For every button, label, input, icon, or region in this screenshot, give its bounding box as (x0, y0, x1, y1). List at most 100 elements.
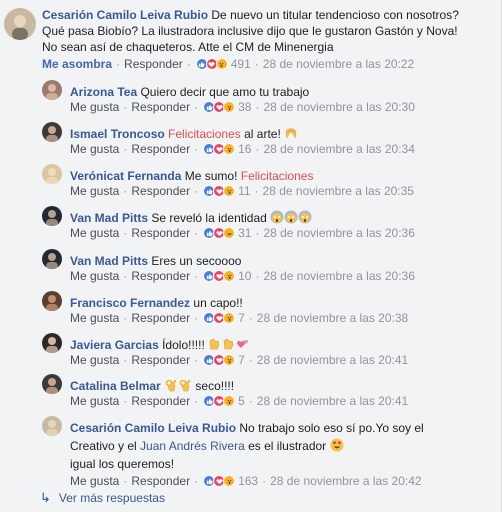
like-button[interactable]: Me gusta (70, 142, 119, 156)
reply-actions: Me gusta · Responder · 31 · 28 de noviembre a … (70, 226, 415, 240)
reply-avatar[interactable] (42, 416, 62, 436)
reply-button[interactable]: Responder (131, 100, 190, 114)
reply-comment: Catalina Belmar seco!!!! (70, 377, 430, 395)
reply-button[interactable]: Responder (131, 394, 190, 408)
reply-actions: Me gusta · Responder · 10 · 28 de noviembre a … (70, 269, 415, 283)
reply-actions: Me gusta · Responder · 11 · 28 de noviembre a … (70, 184, 414, 198)
reaction-icons[interactable] (203, 312, 236, 324)
comment-author[interactable]: Cesarión Camilo Leiva Rubio (42, 8, 208, 22)
reaction-count: 7 (238, 311, 245, 325)
wow-reaction-icon (215, 58, 228, 70)
timestamp[interactable]: 28 de noviembre a las 20:36 (263, 269, 414, 283)
reply-text: Me sumo! (184, 169, 238, 183)
reaction-button[interactable]: Me asombra (42, 57, 112, 71)
reaction-count: 5 (238, 394, 245, 408)
reply-button[interactable]: Responder (131, 269, 190, 283)
reply-author[interactable]: Catalina Belmar (70, 379, 161, 393)
reply-avatar[interactable] (42, 80, 62, 100)
top-comment: Cesarión Camilo Leiva Rubio De nuevo un … (42, 7, 462, 55)
reply-button[interactable]: Responder (131, 311, 190, 325)
reply-arrow-icon: ↳ (40, 490, 51, 505)
mention-highlight: Felicitaciones (240, 169, 314, 183)
wow-reaction-icon (223, 101, 236, 113)
reply-text: Ídolo!!!!! (162, 338, 205, 352)
like-button[interactable]: Me gusta (70, 311, 119, 325)
reaction-icons[interactable] (203, 227, 236, 239)
reply-button[interactable]: Responder (131, 142, 190, 156)
wow-reaction-icon (223, 395, 236, 407)
wow-reaction-icon (223, 185, 236, 197)
reply-author[interactable]: Van Mad Pitts (70, 211, 148, 225)
reply-avatar[interactable] (42, 333, 62, 353)
reply-avatar[interactable] (42, 164, 62, 184)
reaction-icons[interactable] (203, 475, 236, 487)
reply-author[interactable]: Ismael Troncoso (70, 127, 165, 141)
like-button[interactable]: Me gusta (70, 353, 119, 367)
reply-author[interactable]: Javiera Garcias (70, 338, 159, 352)
more-replies-link[interactable]: ↳ Ver más respuestas (40, 490, 165, 506)
reply-actions: Me gusta · Responder · 7 · 28 de noviembre a l… (70, 353, 409, 367)
reaction-icons[interactable] (203, 101, 236, 113)
wow-reaction-icon (223, 143, 236, 155)
wow-reaction-icon (223, 312, 236, 324)
reply-author[interactable]: Verónicat Fernanda (70, 169, 181, 183)
reply-comment: Van Mad Pitts Eres un secoooo (70, 252, 430, 270)
reply-comment: Cesarión Camilo Leiva Rubio No trabajo s… (70, 419, 430, 473)
reaction-count: 31 (238, 226, 252, 240)
reaction-count: 11 (238, 184, 251, 198)
reply-text-2: es el ilustrador (248, 439, 327, 453)
reply-actions: Me gusta · Responder · 163 · 28 de noviembre a… (70, 474, 422, 488)
reaction-icons[interactable] (203, 270, 236, 282)
timestamp[interactable]: 28 de noviembre a las 20:34 (263, 142, 414, 156)
timestamp[interactable]: 28 de noviembre a las 20:30 (263, 100, 414, 114)
reply-avatar[interactable] (42, 249, 62, 269)
wow-reaction-icon (223, 354, 236, 366)
reply-button[interactable]: Responder (124, 57, 183, 71)
mention-link[interactable]: Juan Andrés Rivera (140, 439, 245, 453)
timestamp[interactable]: 28 de noviembre a las 20:22 (263, 57, 414, 71)
reaction-icons[interactable] (203, 185, 236, 197)
timestamp[interactable]: 28 de noviembre a las 20:42 (270, 474, 421, 488)
reply-button[interactable]: Responder (131, 184, 190, 198)
reaction-icons[interactable] (195, 58, 228, 70)
like-button[interactable]: Me gusta (70, 100, 119, 114)
reply-button[interactable]: Responder (131, 353, 190, 367)
reaction-icons[interactable] (203, 354, 236, 366)
reaction-icons[interactable] (203, 395, 236, 407)
reply-text: Quiero decir que amo tu trabajo (140, 85, 310, 99)
reply-author[interactable]: Cesarión Camilo Leiva Rubio (70, 421, 236, 435)
heart-eyes-emoji-icon (330, 438, 344, 453)
timestamp[interactable]: 28 de noviembre a las 20:41 (257, 394, 408, 408)
reply-avatar[interactable] (42, 291, 62, 311)
haha-reaction-icon (223, 227, 236, 239)
reaction-icons[interactable] (203, 143, 236, 155)
timestamp[interactable]: 28 de noviembre a las 20:36 (263, 226, 414, 240)
mention-highlight: Felicitaciones (168, 127, 241, 141)
reply-text: al arte! (244, 127, 281, 141)
reaction-count: 491 (230, 57, 251, 71)
reply-avatar[interactable] (42, 374, 62, 394)
avatar[interactable] (4, 8, 36, 40)
reaction-count: 38 (238, 100, 252, 114)
timestamp[interactable]: 28 de noviembre a las 20:38 (257, 311, 408, 325)
like-button[interactable]: Me gusta (70, 226, 119, 240)
timestamp[interactable]: 28 de noviembre a las 20:35 (263, 184, 414, 198)
reply-comment: Verónicat Fernanda Me sumo! Felicitacion… (70, 167, 430, 185)
reaction-count: 163 (238, 474, 259, 488)
reply-actions: Me gusta · Responder · 16 · 28 de noviembre a … (70, 142, 415, 156)
reply-button[interactable]: Responder (131, 474, 190, 488)
timestamp[interactable]: 28 de noviembre a las 20:41 (257, 353, 408, 367)
reply-button[interactable]: Responder (131, 226, 190, 240)
reply-author[interactable]: Van Mad Pitts (70, 254, 148, 268)
clap-emoji-icon (208, 338, 250, 352)
reply-author[interactable]: Francisco Fernandez (70, 296, 190, 310)
like-button[interactable]: Me gusta (70, 269, 119, 283)
like-button[interactable]: Me gusta (70, 394, 119, 408)
reply-avatar[interactable] (42, 206, 62, 226)
like-button[interactable]: Me gusta (70, 474, 119, 488)
reply-text-3: igual los queremos! (70, 457, 175, 471)
reply-avatar[interactable] (42, 122, 62, 142)
like-button[interactable]: Me gusta (70, 184, 119, 198)
reply-author[interactable]: Arizona Tea (70, 85, 137, 99)
reply-comment: Francisco Fernandez un capo!! (70, 294, 430, 312)
